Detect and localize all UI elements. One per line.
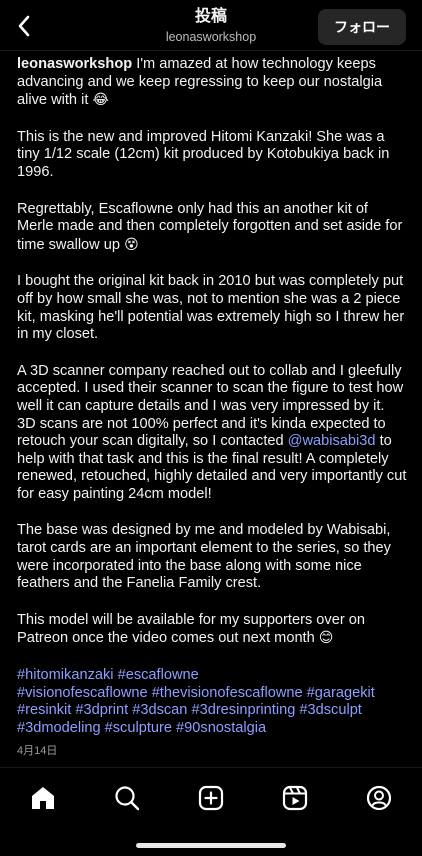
bottom-nav <box>0 767 422 856</box>
hashtag-link[interactable]: #escaflowne <box>118 667 199 683</box>
caption-paragraph-4: A 3D scanner company reached out to coll… <box>17 362 404 414</box>
nav-search-button[interactable] <box>111 782 143 814</box>
laughing-emoji: 😂 <box>92 91 109 108</box>
hashtag-link[interactable]: #3dmodeling <box>17 720 101 736</box>
caption-paragraph-7: This model will be available for my supp… <box>17 612 407 648</box>
nav-create-button[interactable] <box>195 782 227 814</box>
profile-icon <box>366 785 392 811</box>
hashtag-link[interactable]: #hitomikanzaki <box>17 667 114 683</box>
mention-link[interactable]: @wabisabi3d <box>288 433 376 449</box>
hashtag-link[interactable]: #3dscan <box>132 702 187 718</box>
dizzy-emoji: 😵 <box>124 235 139 252</box>
post-caption: leonasworkshop I'm amazed at how technol… <box>17 56 407 761</box>
caption-intro: leonasworkshop I'm amazed at how technol… <box>17 56 407 110</box>
caption-paragraph-3: I bought the original kit back in 2010 b… <box>17 273 405 343</box>
caption-paragraph-2: Regrettably, Escaflowne only had this an… <box>17 201 407 255</box>
caption-username[interactable]: leonasworkshop <box>17 56 132 72</box>
hashtag-link[interactable]: #sculpture <box>105 720 172 736</box>
hashtag-link[interactable]: #3dsculpt <box>299 702 361 718</box>
hashtag-link[interactable]: #90snostalgia <box>176 720 266 736</box>
caption-paragraph-6: The base was designed by me and modeled … <box>17 522 391 592</box>
home-indicator <box>136 843 286 848</box>
hashtag-link[interactable]: #thevisionofescaflowne <box>152 685 303 701</box>
post-header: 投稿 leonasworkshop フォロー <box>0 0 422 51</box>
caption-paragraph-5: 3D scans are not 100% perfect and it's k… <box>17 416 407 504</box>
reels-icon <box>282 785 308 811</box>
nav-profile-button[interactable] <box>363 782 395 814</box>
hashtag-link[interactable]: #resinkit <box>17 702 71 718</box>
caption-paragraph-1: This is the new and improved Hitomi Kanz… <box>17 128 390 180</box>
hashtag-link[interactable]: #3dprint <box>75 702 128 718</box>
search-icon <box>115 786 140 811</box>
create-icon <box>198 785 224 811</box>
caption-paragraph-7-text: This model will be available for my supp… <box>17 611 365 647</box>
hashtag-link[interactable]: #garagekit <box>307 685 375 701</box>
follow-button[interactable]: フォロー <box>318 9 406 45</box>
post-date: 4月14日 <box>17 745 58 758</box>
hashtag-link[interactable]: #3dresinprinting <box>191 702 295 718</box>
nav-home-button[interactable] <box>27 782 59 814</box>
nav-reels-button[interactable] <box>279 782 311 814</box>
home-icon <box>32 787 54 809</box>
hashtag-link[interactable]: #visionofescaflowne <box>17 685 148 701</box>
smile-emoji: 😊 <box>318 629 334 646</box>
hashtag-list: #hitomikanzaki #escaflowne #visionofesca… <box>17 667 407 737</box>
caption-paragraph-2-text: Regrettably, Escaflowne only had this an… <box>17 200 403 253</box>
